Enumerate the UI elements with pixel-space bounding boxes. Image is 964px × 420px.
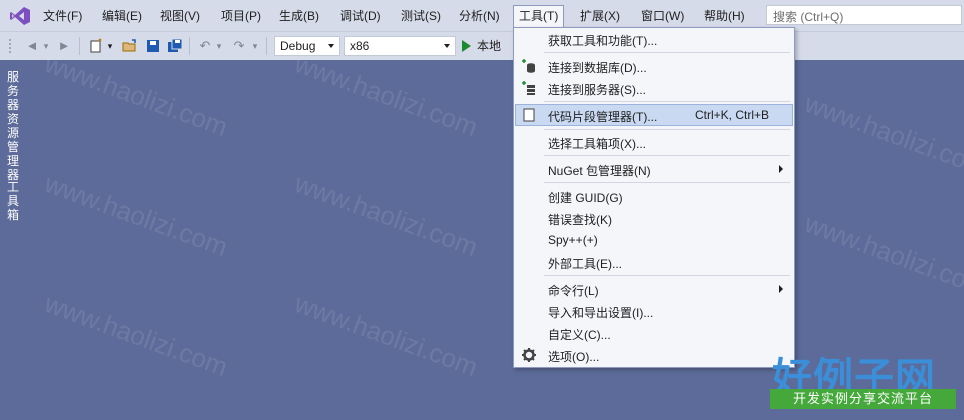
menu-item-shortcut: Ctrl+K, Ctrl+B: [695, 108, 770, 122]
watermark-text: www.haolizi.com: [40, 288, 232, 382]
submenu-arrow-icon: [779, 285, 783, 293]
toolbar-separator: [79, 37, 80, 55]
menu-project[interactable]: 项目(P): [218, 6, 264, 26]
chevron-down-icon: [328, 44, 334, 48]
chevron-down-icon: [444, 44, 450, 48]
run-label: 本地: [477, 39, 502, 53]
menu-edit[interactable]: 编辑(E): [99, 6, 145, 26]
search-placeholder: 搜索 (Ctrl+Q): [773, 10, 844, 24]
watermark-text: www.haolizi.com: [40, 168, 232, 262]
snippet-icon: [523, 108, 535, 122]
menu-item-label: 连接到数据库(D)...: [548, 61, 647, 75]
menu-item-label: 选择工具箱项(X)...: [548, 137, 646, 151]
menu-item-label: 错误查找(K): [548, 213, 612, 227]
menu-separator: [544, 275, 790, 276]
menu-item-label: 外部工具(E)...: [548, 257, 622, 271]
menu-separator: [544, 52, 790, 53]
menu-item-options[interactable]: 选项(O)...: [515, 344, 793, 366]
menu-bar: 文件(F) 编辑(E) 视图(V) 项目(P) 生成(B) 调试(D) 测试(S…: [0, 0, 964, 33]
toolbar-grip[interactable]: [8, 38, 12, 54]
toolbar-separator: [266, 37, 267, 55]
new-project-icon[interactable]: [88, 38, 104, 54]
configuration-value: Debug: [280, 39, 316, 53]
new-dropdown-icon[interactable]: ▾: [106, 38, 114, 54]
database-connect-icon: [522, 59, 535, 73]
menu-item-external-tools[interactable]: 外部工具(E)...: [515, 251, 793, 273]
play-icon: [462, 40, 471, 52]
watermark-text: www.haolizi.com: [40, 48, 232, 142]
undo-dropdown-icon[interactable]: ▾: [215, 38, 223, 54]
menu-item-create-guid[interactable]: 创建 GUID(G): [515, 185, 793, 207]
menu-item-connect-database[interactable]: 连接到数据库(D)...: [515, 55, 793, 77]
toolbar: ◄ ▾ ► ▾ ↶ ▾ ↷ ▾ Debug x86 本地: [0, 32, 964, 60]
menu-item-label: 代码片段管理器(T)...: [548, 110, 658, 124]
watermark-text: www.haolizi.com: [290, 288, 482, 382]
menu-item-command-line[interactable]: 命令行(L): [515, 278, 793, 300]
menu-item-label: Spy++(+): [548, 233, 598, 247]
menu-item-error-lookup[interactable]: 错误查找(K): [515, 207, 793, 229]
menu-item-label: 自定义(C)...: [548, 328, 611, 342]
watermark-text: www.haolizi.com: [800, 208, 964, 302]
menu-item-nuget-package-manager[interactable]: NuGet 包管理器(N): [515, 158, 793, 180]
save-icon[interactable]: [145, 38, 161, 54]
menu-item-label: NuGet 包管理器(N): [548, 164, 651, 178]
menu-separator: [544, 182, 790, 183]
menu-file[interactable]: 文件(F): [40, 6, 85, 26]
open-folder-icon[interactable]: [122, 38, 138, 54]
menu-view[interactable]: 视图(V): [157, 6, 203, 26]
menu-analyze[interactable]: 分析(N): [456, 6, 503, 26]
back-dropdown-icon[interactable]: ▾: [42, 38, 50, 54]
back-icon[interactable]: ◄: [24, 38, 40, 54]
menu-item-code-snippets-manager[interactable]: 代码片段管理器(T)... Ctrl+K, Ctrl+B: [515, 104, 793, 126]
platform-value: x86: [350, 39, 370, 53]
menu-extensions[interactable]: 扩展(X): [577, 6, 623, 26]
gear-icon: [522, 348, 536, 362]
menu-item-label: 获取工具和功能(T)...: [548, 34, 658, 48]
menu-separator: [544, 101, 790, 102]
visual-studio-logo-icon: [10, 7, 30, 25]
menu-item-customize[interactable]: 自定义(C)...: [515, 322, 793, 344]
menu-separator: [544, 155, 790, 156]
menu-debug[interactable]: 调试(D): [337, 6, 384, 26]
menu-item-label: 导入和导出设置(I)...: [548, 306, 654, 320]
menu-item-import-export-settings[interactable]: 导入和导出设置(I)...: [515, 300, 793, 322]
menu-help[interactable]: 帮助(H): [701, 6, 748, 26]
redo-icon[interactable]: ↷: [231, 38, 247, 54]
menu-build[interactable]: 生成(B): [276, 6, 322, 26]
platform-select[interactable]: x86: [344, 36, 456, 56]
server-connect-icon: [522, 81, 535, 95]
watermark-brand-subtitle: 开发实例分享交流平台: [770, 389, 956, 409]
toolbar-separator: [189, 37, 190, 55]
configuration-select[interactable]: Debug: [274, 36, 340, 56]
search-input[interactable]: 搜索 (Ctrl+Q): [766, 5, 962, 25]
forward-icon[interactable]: ►: [56, 38, 72, 54]
start-debugging-button[interactable]: 本地: [462, 36, 501, 56]
menu-item-label: 选项(O)...: [548, 350, 600, 364]
submenu-arrow-icon: [779, 165, 783, 173]
watermark-text: www.haolizi.com: [290, 48, 482, 142]
menu-test[interactable]: 测试(S): [398, 6, 444, 26]
tab-toolbox[interactable]: 工具箱: [6, 180, 20, 222]
menu-item-label: 命令行(L): [548, 284, 599, 298]
undo-icon[interactable]: ↶: [197, 38, 213, 54]
menu-item-choose-toolbox-items[interactable]: 选择工具箱项(X)...: [515, 131, 793, 153]
watermark-text: www.haolizi.com: [290, 168, 482, 262]
menu-item-get-tools[interactable]: 获取工具和功能(T)...: [515, 28, 793, 50]
tab-server-explorer[interactable]: 服务器资源管理器: [6, 70, 20, 182]
menu-item-connect-server[interactable]: 连接到服务器(S)...: [515, 77, 793, 99]
watermark-text: www.haolizi.com: [800, 88, 964, 182]
menu-window[interactable]: 窗口(W): [638, 6, 687, 26]
menu-item-label: 连接到服务器(S)...: [548, 83, 646, 97]
redo-dropdown-icon[interactable]: ▾: [251, 38, 259, 54]
menu-item-spy-plus-plus[interactable]: Spy++(+): [515, 229, 793, 251]
save-all-icon[interactable]: [167, 38, 183, 54]
menu-item-label: 创建 GUID(G): [548, 191, 623, 205]
side-tab-strip: 服务器资源管理器 工具箱: [0, 60, 26, 420]
site-watermark-logo: 好例子网 开发实例分享交流平台: [766, 345, 962, 415]
menu-separator: [544, 129, 790, 130]
tools-menu-dropdown: 获取工具和功能(T)... 连接到数据库(D)... 连接到服务器(S)... …: [513, 27, 795, 368]
